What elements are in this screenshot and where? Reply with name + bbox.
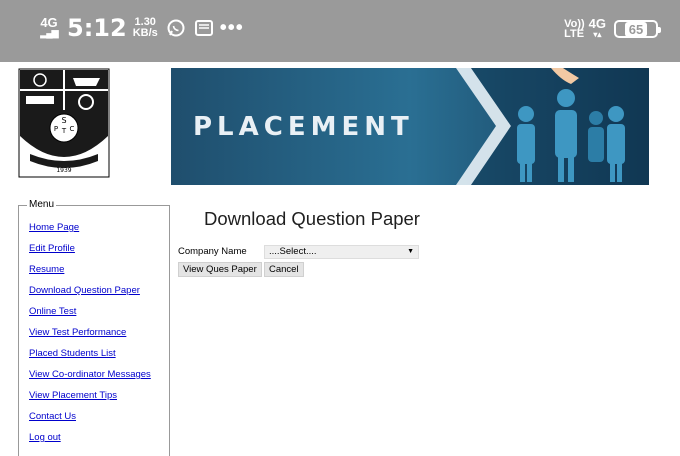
cancel-button[interactable]: Cancel bbox=[264, 262, 304, 277]
logo-letter-t: T bbox=[61, 127, 67, 135]
view-placement-tips-link[interactable]: View Placement Tips bbox=[29, 390, 117, 401]
placed-students-list-link[interactable]: Placed Students List bbox=[29, 348, 116, 359]
logo-year: 1939 bbox=[56, 167, 71, 174]
menu-item-contact-us: Contact Us bbox=[29, 406, 151, 427]
volte-bottom: LTE bbox=[564, 28, 585, 40]
volte-indicator: Vo)) LTE bbox=[564, 19, 585, 40]
company-select-value: ....Select.... bbox=[269, 246, 317, 257]
mobile-data-indicator: 4G ▾▴ bbox=[588, 16, 606, 39]
net-type: 4G bbox=[588, 16, 606, 31]
online-test-link[interactable]: Online Test bbox=[29, 306, 76, 317]
company-name-label: Company Name bbox=[178, 246, 247, 257]
college-emblem-logo: S P T C 1939 bbox=[18, 68, 110, 178]
menu-list: Home Page Edit Profile Resume Download Q… bbox=[29, 217, 151, 448]
page-title: Download Question Paper bbox=[204, 208, 420, 229]
menu-item-view-test-performance: View Test Performance bbox=[29, 322, 151, 343]
contact-us-link[interactable]: Contact Us bbox=[29, 411, 76, 422]
speed-unit: KB/s bbox=[132, 27, 158, 39]
logo-letter-p: P bbox=[54, 125, 58, 133]
log-out-link[interactable]: Log out bbox=[29, 432, 61, 443]
menu-item-placement-tips: View Placement Tips bbox=[29, 385, 151, 406]
menu-item-edit-profile: Edit Profile bbox=[29, 238, 151, 259]
network-speed: 1.30 KB/s bbox=[133, 17, 158, 39]
menu-item-log-out: Log out bbox=[29, 427, 151, 448]
logo-letter-c: C bbox=[70, 125, 75, 133]
menu-item-resume: Resume bbox=[29, 259, 151, 280]
menu-item-coordinator-messages: View Co-ordinator Messages bbox=[29, 364, 151, 385]
menu-legend: Menu bbox=[27, 199, 57, 210]
menu-panel: Menu Home Page Edit Profile Resume Downl… bbox=[18, 199, 170, 456]
edit-profile-link[interactable]: Edit Profile bbox=[29, 243, 75, 254]
home-page-link[interactable]: Home Page bbox=[29, 222, 79, 233]
status-bar: 4G ▂▄▆ 5:12 1.30 KB/s ••• Vo)) LTE 4G ▾▴… bbox=[0, 0, 680, 62]
dropdown-arrow-icon: ▼ bbox=[407, 248, 414, 255]
message-icon bbox=[194, 20, 213, 36]
company-select[interactable]: ....Select.... ▼ bbox=[264, 245, 419, 259]
resume-link[interactable]: Resume bbox=[29, 264, 64, 275]
clock: 5:12 bbox=[67, 14, 127, 42]
download-question-paper-link[interactable]: Download Question Paper bbox=[29, 285, 140, 296]
view-test-performance-link[interactable]: View Test Performance bbox=[29, 327, 126, 338]
logo-letter-s: S bbox=[61, 116, 66, 125]
view-ques-paper-button[interactable]: View Ques Paper bbox=[178, 262, 262, 277]
network-label: 4G bbox=[40, 15, 58, 30]
view-coordinator-messages-link[interactable]: View Co-ordinator Messages bbox=[29, 369, 151, 380]
menu-item-home: Home Page bbox=[29, 217, 151, 238]
whatsapp-icon bbox=[167, 19, 185, 37]
menu-item-download-question-paper: Download Question Paper bbox=[29, 280, 151, 301]
battery-level: 65 bbox=[624, 21, 648, 37]
menu-item-online-test: Online Test bbox=[29, 301, 151, 322]
battery-icon: 65 bbox=[614, 20, 661, 38]
banner-title: PLACEMENT bbox=[193, 112, 414, 142]
placement-banner: PLACEMENT bbox=[171, 68, 649, 185]
menu-item-placed-students: Placed Students List bbox=[29, 343, 151, 364]
signal-indicator: 4G ▂▄▆ bbox=[37, 15, 61, 39]
more-icon: ••• bbox=[219, 16, 244, 39]
